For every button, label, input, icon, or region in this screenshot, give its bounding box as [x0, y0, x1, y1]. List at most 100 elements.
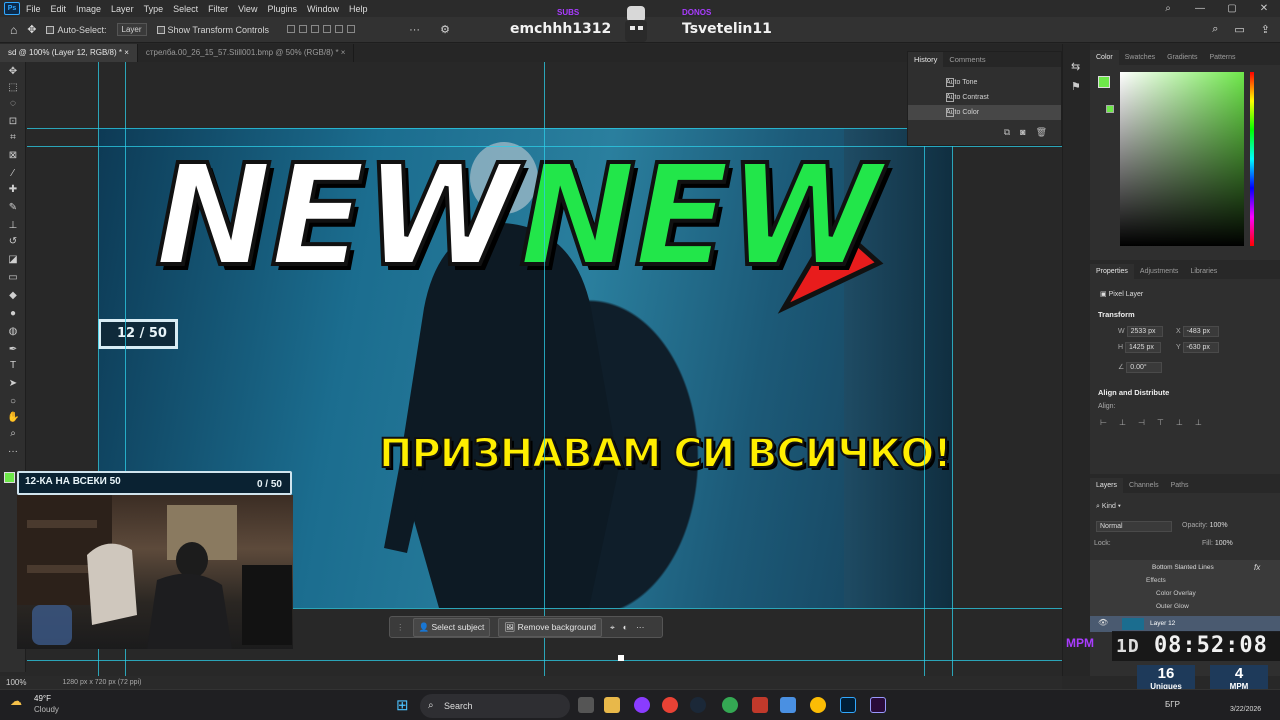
share-icon[interactable]: ⇪ [1261, 23, 1270, 36]
eyedropper-icon[interactable]: ⁄ [7, 168, 19, 180]
path-select-icon[interactable]: ➤ [7, 378, 19, 390]
opacity-field[interactable]: 100% [1210, 522, 1228, 529]
search-icon[interactable]: ⌕ [1152, 0, 1184, 17]
photoshop-icon[interactable] [840, 697, 856, 713]
zoom-tool-icon[interactable]: ⌕ [7, 428, 19, 440]
menu-select[interactable]: Select [173, 4, 198, 14]
history-brush-icon[interactable]: ↺ [7, 236, 19, 248]
chrome-icon-2[interactable] [722, 697, 738, 713]
background-swatch[interactable] [1106, 105, 1114, 113]
tab-properties[interactable]: Properties [1090, 264, 1134, 279]
transform-icon[interactable]: ⌖ [610, 622, 615, 633]
gradient-tool-icon[interactable]: ▭ [7, 272, 19, 284]
height-field[interactable]: 1425 px [1125, 342, 1161, 353]
align-icons[interactable] [287, 24, 359, 35]
select-subject-button[interactable]: 👤 Select subject [412, 617, 491, 637]
layer-row-selected[interactable]: 👁 Layer 12 [1090, 616, 1280, 632]
chrome-icon[interactable] [662, 697, 678, 713]
dodge-tool-icon[interactable]: ● [7, 308, 19, 320]
pen-tool-icon[interactable]: ✒ [7, 344, 19, 356]
menu-window[interactable]: Window [307, 4, 339, 14]
tab-swatches[interactable]: Swatches [1119, 50, 1161, 65]
transform-handle[interactable] [618, 655, 624, 661]
menu-edit[interactable]: Edit [51, 4, 67, 14]
snapshot-icon[interactable]: ◙ [1020, 127, 1025, 138]
zoom-level[interactable]: 100% [6, 678, 26, 687]
transform-controls-checkbox[interactable]: Show Transform Controls [156, 25, 269, 35]
chrome-icon-3[interactable] [810, 697, 826, 713]
more-tools-icon[interactable]: ··· [7, 446, 19, 458]
type-tool-icon[interactable]: T [7, 360, 19, 372]
foreground-swatch[interactable] [1098, 76, 1110, 88]
tab-still[interactable]: стрелба.00_26_15_57.Still001.bmp @ 50% (… [138, 44, 355, 62]
menu-help[interactable]: Help [349, 4, 368, 14]
tab-gradients[interactable]: Gradients [1161, 50, 1203, 65]
frame-tool-icon[interactable]: ⊠ [7, 150, 19, 162]
history-item[interactable]: Auto Tone [908, 75, 1061, 90]
drag-handle-icon[interactable]: ⋮ [396, 622, 405, 633]
app-icon-2[interactable] [780, 697, 796, 713]
panel-toggle-icon[interactable]: ⇆ [1071, 60, 1080, 73]
tab-color[interactable]: Color [1090, 50, 1119, 65]
tab-comments[interactable]: Comments [943, 55, 991, 64]
windows-start-icon[interactable]: ⊞ [396, 696, 409, 714]
crop-tool-icon[interactable]: ⌗ [7, 132, 19, 144]
close-icon[interactable]: × [124, 48, 129, 57]
hand-tool-icon[interactable]: ✋ [7, 412, 19, 424]
more-options-icon[interactable]: ··· [409, 24, 420, 36]
mask-icon[interactable]: ◐ [623, 622, 628, 632]
menu-layer[interactable]: Layer [111, 4, 134, 14]
blend-mode-dropdown[interactable]: Normal [1096, 521, 1172, 532]
maximize-icon[interactable]: ▢ [1216, 0, 1248, 17]
more-icon[interactable]: ··· [636, 622, 645, 632]
menu-type[interactable]: Type [144, 4, 164, 14]
trash-icon[interactable]: 🗑 [1036, 127, 1047, 138]
tab-libraries[interactable]: Libraries [1184, 264, 1223, 279]
tab-sd[interactable]: sd @ 100% (Layer 12, RGB/8) * × [0, 44, 138, 62]
tab-paths[interactable]: Paths [1165, 478, 1195, 493]
width-field[interactable]: 2533 px [1126, 326, 1163, 337]
workspace-icon[interactable]: ▭ [1234, 23, 1244, 36]
foreground-color-swatch[interactable] [4, 472, 15, 483]
paint-bucket-icon[interactable]: ◍ [7, 326, 19, 338]
auto-select-checkbox[interactable]: Auto-Select: [46, 25, 107, 35]
move-tool-icon[interactable]: ✥ [27, 23, 36, 36]
close-icon[interactable]: × [341, 48, 346, 57]
tab-channels[interactable]: Channels [1123, 478, 1165, 493]
minimize-icon[interactable]: — [1184, 0, 1216, 17]
menu-plugins[interactable]: Plugins [267, 4, 297, 14]
blur-tool-icon[interactable]: ◆ [7, 290, 19, 302]
color-field[interactable] [1120, 72, 1244, 246]
kind-filter[interactable]: ⌕ Kind ▾ [1096, 503, 1121, 511]
tab-layers[interactable]: Layers [1090, 478, 1124, 493]
task-view-icon[interactable] [578, 697, 594, 713]
layer-dropdown[interactable]: Layer [116, 23, 147, 36]
marquee-tool-icon[interactable]: ⬚ [7, 82, 19, 94]
layer-row-group[interactable]: Bottom Slanted Lines fx Effects Color Ov… [1090, 560, 1280, 616]
y-field[interactable]: -630 px [1182, 342, 1219, 353]
search-icon-2[interactable]: ⌕ [1212, 23, 1218, 36]
menu-filter[interactable]: Filter [208, 4, 228, 14]
menu-view[interactable]: View [238, 4, 257, 14]
fill-field[interactable]: 100% [1215, 540, 1233, 547]
home-icon[interactable]: ⌂ [10, 23, 17, 37]
lasso-tool-icon[interactable]: ◌ [7, 98, 19, 110]
app-icon[interactable] [752, 697, 768, 713]
tab-adjustments[interactable]: Adjustments [1134, 264, 1185, 279]
discord-icon[interactable] [634, 697, 650, 713]
healing-brush-icon[interactable]: ✚ [7, 184, 19, 196]
taskbar-search[interactable]: ⌕ Search [420, 694, 570, 718]
libraries-icon[interactable]: ⚑ [1071, 80, 1081, 93]
remove-background-button[interactable]: 🖼 Remove background [498, 617, 602, 637]
angle-field[interactable]: 0.00° [1126, 362, 1163, 373]
history-item-selected[interactable]: Auto Color [908, 105, 1061, 120]
language-indicator[interactable]: БГР [1165, 700, 1180, 709]
gear-icon[interactable]: ⚙ [440, 23, 450, 36]
stamp-tool-icon[interactable]: ⊥ [7, 220, 19, 232]
shape-tool-icon[interactable]: ○ [7, 396, 19, 408]
weather-icon[interactable]: ☁ [10, 694, 22, 708]
file-explorer-icon[interactable] [604, 697, 620, 713]
tab-patterns[interactable]: Patterns [1203, 50, 1241, 65]
move-tool-icon[interactable]: ✥ [7, 66, 19, 78]
eye-icon[interactable]: 👁 [1098, 618, 1108, 627]
